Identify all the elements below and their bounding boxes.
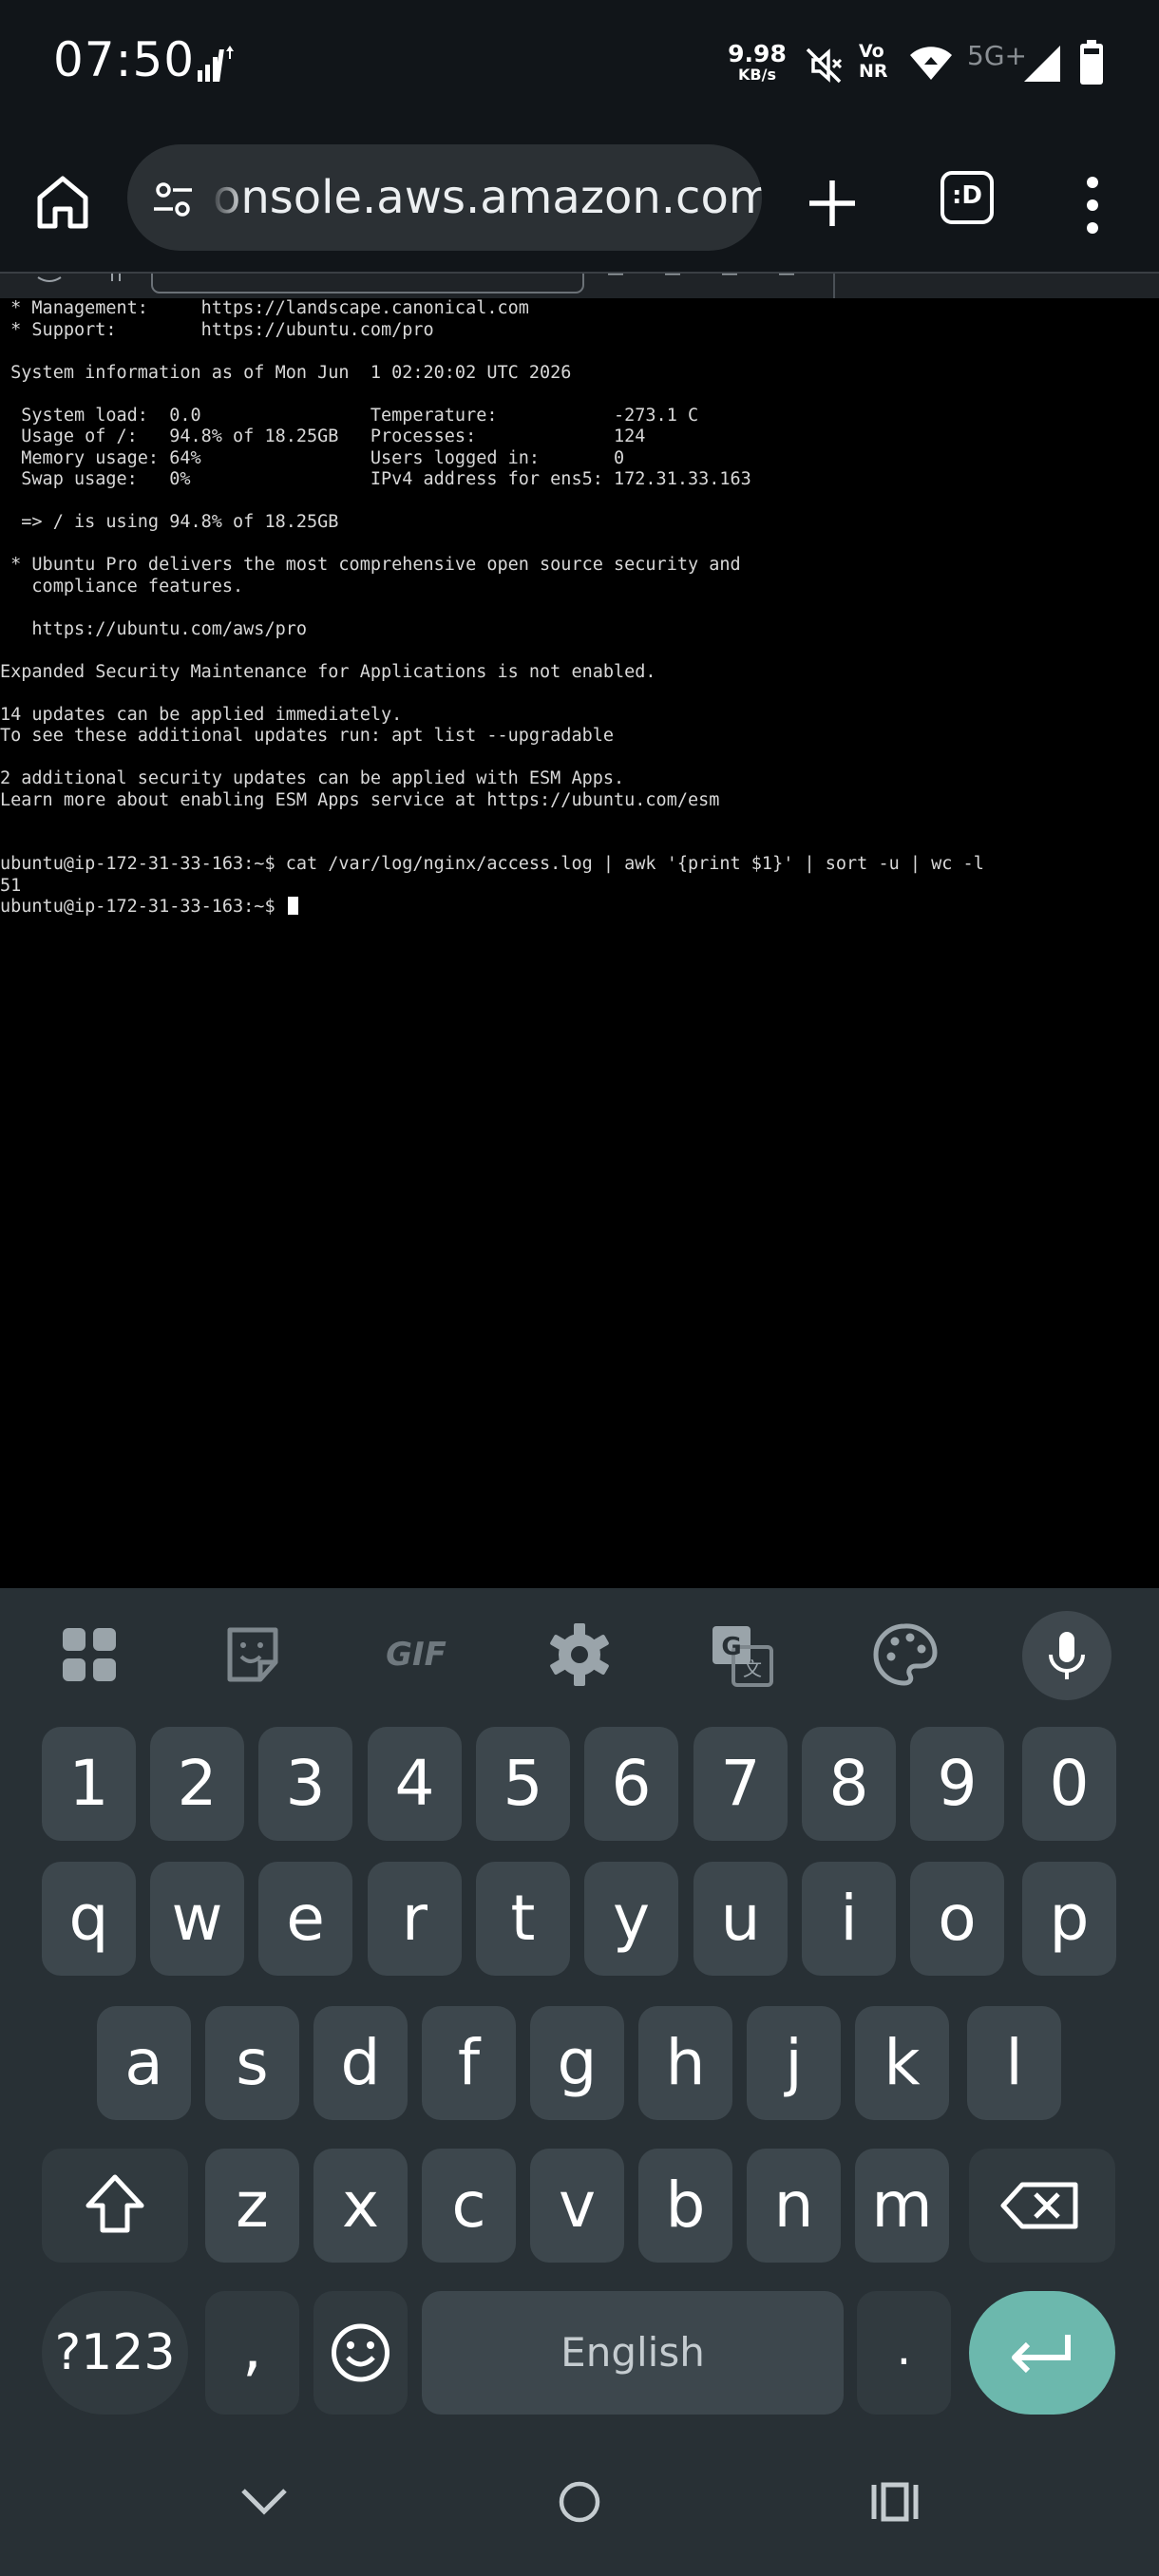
key-b[interactable]: b	[638, 2149, 732, 2263]
wifi-icon	[910, 47, 952, 80]
terminal-cursor	[287, 897, 298, 915]
address-bar[interactable]: onsole.aws.amazon.com	[127, 144, 762, 251]
terminal-prompt: ubuntu@ip-172-31-33-163:~$	[0, 897, 286, 917]
key-k[interactable]: k	[855, 2006, 949, 2120]
key-j[interactable]: j	[747, 2006, 841, 2120]
aws-console-strip	[0, 272, 1159, 300]
key-i[interactable]: i	[802, 1862, 896, 1976]
tab-switcher-label: :D	[952, 181, 982, 210]
sticker-icon[interactable]	[205, 1607, 300, 1702]
shift-key[interactable]	[42, 2149, 188, 2263]
settings-icon[interactable]	[532, 1607, 627, 1702]
key-c[interactable]: c	[422, 2149, 516, 2263]
shift-icon	[86, 2174, 144, 2233]
key-s[interactable]: s	[205, 2006, 299, 2120]
key-3[interactable]: 3	[258, 1727, 352, 1841]
key-z[interactable]: z	[205, 2149, 299, 2263]
key-h[interactable]: h	[638, 2006, 732, 2120]
home-icon[interactable]	[32, 171, 93, 232]
key-t[interactable]: t	[476, 1862, 570, 1976]
period-key[interactable]: .	[857, 2291, 951, 2415]
mute-icon	[806, 47, 843, 84]
key-o[interactable]: o	[910, 1862, 1004, 1976]
palette-icon[interactable]	[857, 1607, 952, 1702]
key-e[interactable]: e	[258, 1862, 352, 1976]
enter-key[interactable]	[969, 2291, 1115, 2415]
key-m[interactable]: m	[855, 2149, 949, 2263]
url-text: onsole.aws.amazon.com	[213, 171, 762, 224]
clock: 07:50	[53, 32, 196, 87]
key-q[interactable]: q	[42, 1862, 136, 1976]
enter-icon	[1012, 2335, 1071, 2374]
nav-back-icon[interactable]	[238, 2483, 291, 2521]
key-u[interactable]: u	[694, 1862, 788, 1976]
network-type: 5G+	[967, 40, 1027, 71]
key-v[interactable]: v	[530, 2149, 624, 2263]
backspace-key[interactable]	[969, 2149, 1115, 2263]
tab-switcher-icon[interactable]: :D	[940, 171, 994, 224]
key-l[interactable]: l	[967, 2006, 1061, 2120]
site-settings-icon[interactable]	[150, 177, 196, 222]
key-8[interactable]: 8	[802, 1727, 896, 1841]
svg-text:文: 文	[743, 1657, 762, 1680]
key-g[interactable]: g	[530, 2006, 624, 2120]
new-tab-icon[interactable]	[804, 175, 861, 232]
terminal-text: * Management: https://landscape.canonica…	[0, 298, 984, 896]
symbols-key[interactable]: ?123	[42, 2291, 188, 2415]
key-x[interactable]: x	[314, 2149, 408, 2263]
key-f[interactable]: f	[422, 2006, 516, 2120]
emoji-key[interactable]	[314, 2291, 408, 2415]
signal-activity-icon	[198, 46, 234, 82]
menu-icon[interactable]	[1081, 175, 1104, 236]
gif-icon[interactable]: GIF	[369, 1607, 464, 1702]
key-p[interactable]: p	[1022, 1862, 1116, 1976]
key-6[interactable]: 6	[584, 1727, 678, 1841]
translate-icon[interactable]: G 文	[694, 1607, 788, 1702]
key-2[interactable]: 2	[150, 1727, 244, 1841]
terminal[interactable]: * Management: https://landscape.canonica…	[0, 298, 1159, 1588]
key-y[interactable]: y	[584, 1862, 678, 1976]
backspace-icon	[1000, 2182, 1078, 2229]
nav-recents-icon[interactable]	[868, 2481, 922, 2523]
space-key[interactable]: English	[422, 2291, 844, 2415]
browser-toolbar: onsole.aws.amazon.com :D	[0, 133, 1159, 272]
apps-icon[interactable]	[42, 1607, 137, 1702]
key-1[interactable]: 1	[42, 1727, 136, 1841]
key-n[interactable]: n	[747, 2149, 841, 2263]
emoji-icon	[332, 2323, 390, 2382]
key-7[interactable]: 7	[694, 1727, 788, 1841]
key-5[interactable]: 5	[476, 1727, 570, 1841]
system-navigation	[0, 2424, 1159, 2576]
key-w[interactable]: w	[150, 1862, 244, 1976]
nav-home-icon[interactable]	[557, 2479, 602, 2525]
mic-button[interactable]	[1022, 1611, 1112, 1700]
key-0[interactable]: 0	[1022, 1727, 1116, 1841]
volte-icon: Vo NR	[859, 41, 888, 82]
cell-signal-icon	[1024, 46, 1060, 82]
comma-key[interactable]: ,	[205, 2291, 299, 2415]
status-bar: 07:50 9.98 KB/s Vo NR 5G+	[0, 0, 1159, 133]
svg-text:G: G	[721, 1633, 741, 1661]
battery-icon	[1080, 40, 1103, 85]
mic-icon	[1049, 1632, 1085, 1679]
key-a[interactable]: a	[97, 2006, 191, 2120]
terminal-output: * Management: https://landscape.canonica…	[0, 298, 984, 919]
key-r[interactable]: r	[368, 1862, 462, 1976]
keyboard: GIF G 文 1 2 3 4 5 6 7 8 9 0 q w e r t y …	[0, 1588, 1159, 2576]
key-9[interactable]: 9	[910, 1727, 1004, 1841]
url-fade	[209, 144, 247, 251]
network-speed: 9.98 KB/s	[728, 40, 787, 84]
key-4[interactable]: 4	[368, 1727, 462, 1841]
key-d[interactable]: d	[314, 2006, 408, 2120]
